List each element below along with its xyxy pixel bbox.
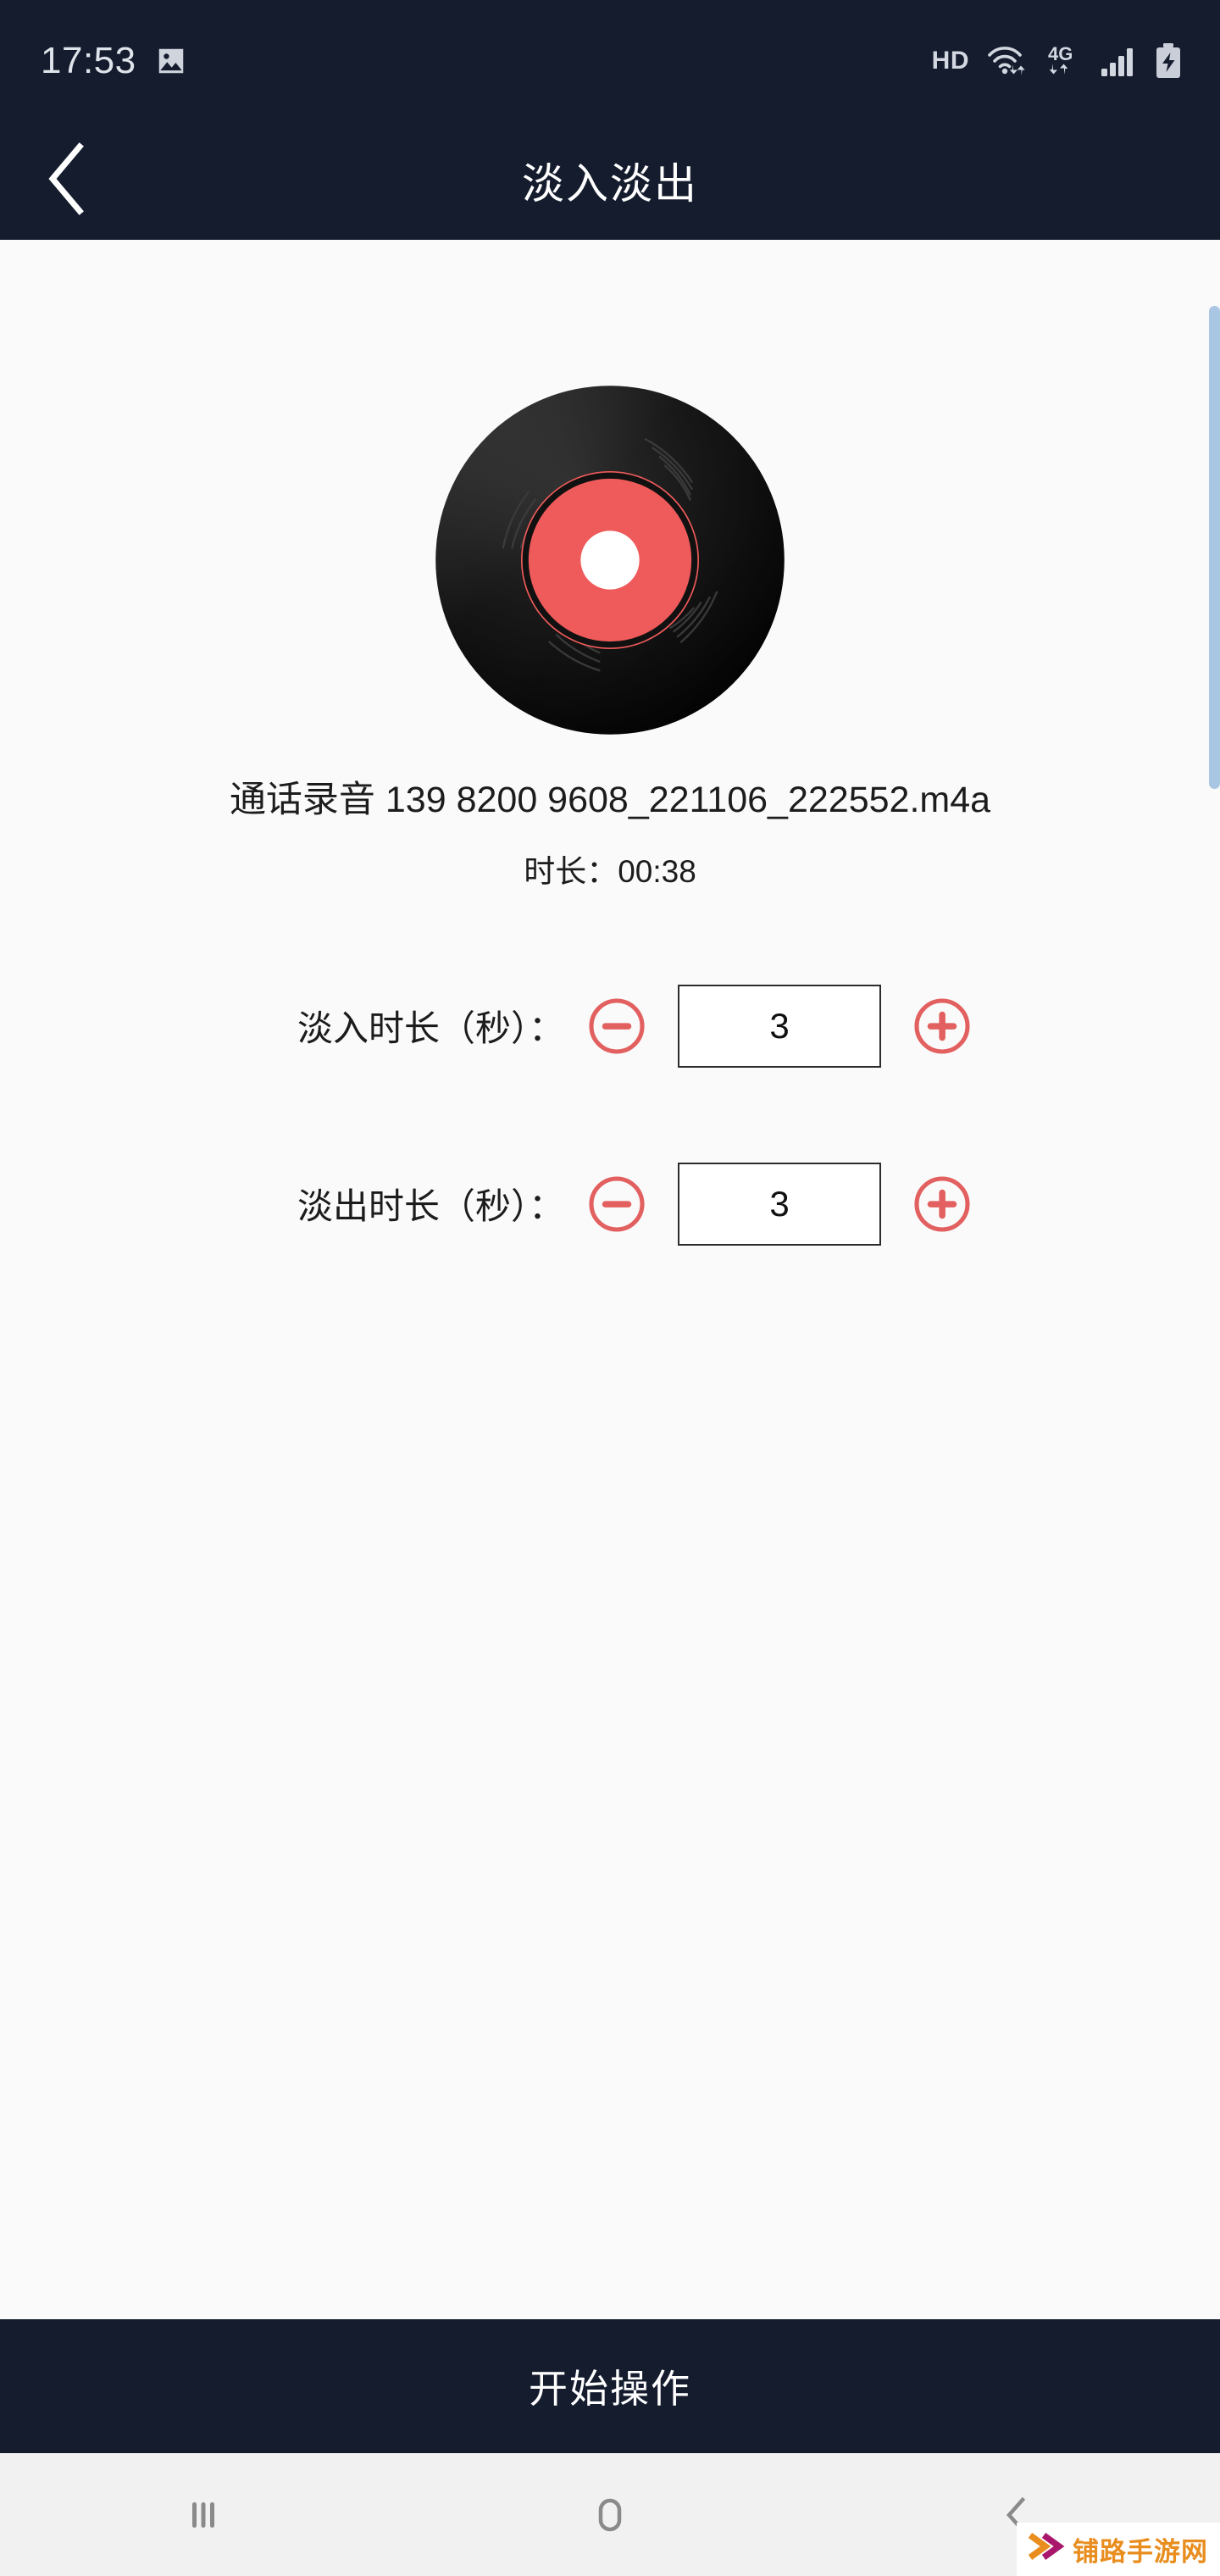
file-duration: 时长：00:38 (524, 853, 696, 889)
signal-bars-icon (1101, 43, 1138, 79)
settings-rows: 淡入时长（秒）： 3 淡出时长（秒）： 3 (0, 980, 1220, 1251)
plus-circle-icon (912, 1174, 973, 1235)
android-nav-bar: 铺路手游网 (0, 2453, 1220, 2576)
minus-circle-icon (586, 996, 647, 1057)
content-area: 通话录音 139 8200 9608_221106_222552.m4a 时长：… (0, 240, 1220, 2319)
page-title: 淡入淡出 (522, 160, 698, 208)
nav-recents-button[interactable] (136, 2468, 271, 2562)
app-header: 淡入淡出 (0, 121, 1220, 240)
vinyl-record-icon (432, 382, 788, 738)
fade-out-label: 淡出时长（秒）： (297, 1186, 564, 1227)
fade-in-increment-button[interactable] (912, 996, 973, 1057)
battery-charging-icon (1154, 42, 1183, 80)
network-4g-icon: 4G (1045, 43, 1084, 79)
wifi-icon (985, 43, 1029, 79)
vertical-scrollbar[interactable] (1209, 306, 1220, 789)
start-operation-button[interactable]: 开始操作 (0, 2319, 1220, 2453)
status-time: 17:53 (41, 39, 136, 81)
start-operation-label: 开始操作 (529, 2367, 691, 2411)
recents-icon (177, 2489, 230, 2541)
fade-in-row: 淡入时长（秒）： (0, 980, 1220, 1073)
fade-out-increment-button[interactable] (912, 1174, 973, 1235)
svg-text:4G: 4G (1048, 43, 1073, 64)
hd-label: HD (931, 46, 969, 75)
file-name: 通话录音 139 8200 9608_221106_222552.m4a (229, 780, 991, 820)
header-back-button[interactable] (25, 138, 110, 223)
watermark-text: 铺路手游网 (1073, 2537, 1208, 2567)
fade-in-input[interactable] (678, 984, 881, 1068)
status-bar-right: HD 4G (932, 42, 1183, 80)
artwork-container (0, 240, 1220, 738)
fade-out-decrement-button[interactable] (586, 1174, 647, 1235)
nav-home-button[interactable] (542, 2468, 678, 2562)
phone-screen: 17:53 HD 4G 淡入淡出 通话录音 139 8200 9608_2211… (0, 0, 1220, 2576)
minus-circle-icon (586, 1174, 647, 1235)
status-bar: 17:53 HD 4G (0, 0, 1220, 121)
home-icon (584, 2489, 636, 2541)
fade-in-label: 淡入时长（秒）： (297, 1008, 564, 1049)
screenshot-image-icon (155, 45, 187, 77)
status-bar-left: 17:53 (41, 40, 187, 82)
fade-in-decrement-button[interactable] (586, 996, 647, 1057)
plus-circle-icon (912, 996, 973, 1057)
site-watermark: 铺路手游网 (1017, 2523, 1220, 2576)
chevron-left-icon (44, 142, 92, 219)
fade-out-input[interactable] (678, 1162, 881, 1246)
double-chevron-icon (1027, 2530, 1066, 2568)
fade-out-row: 淡出时长（秒）： (0, 1158, 1220, 1251)
